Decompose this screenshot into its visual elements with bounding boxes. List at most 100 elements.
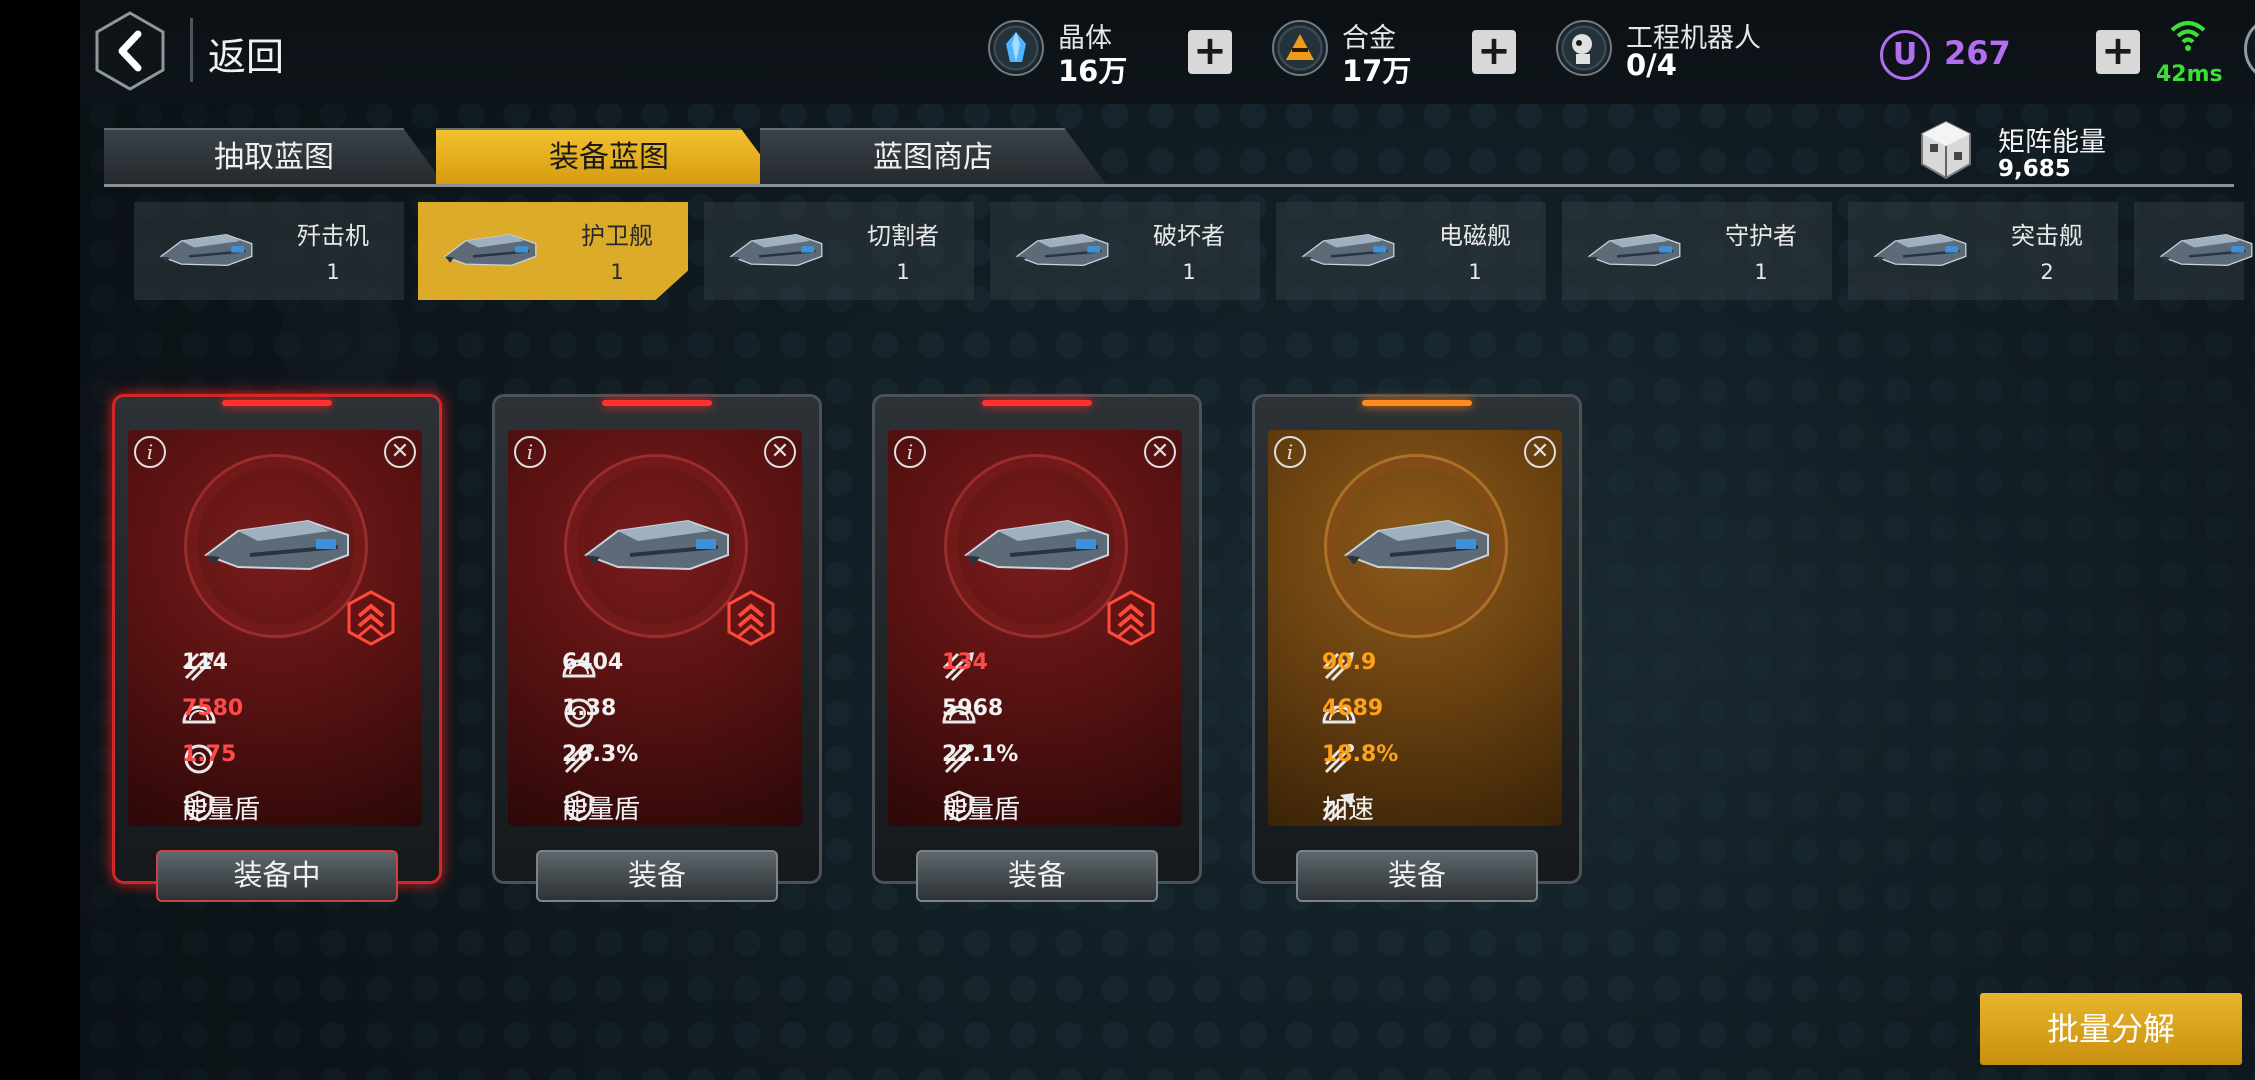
back-button[interactable] [94, 10, 166, 92]
rarity-glow [602, 400, 712, 406]
crystal-icon [988, 20, 1044, 76]
rank-chevron-icon [347, 590, 395, 646]
card-panel: i ✕ 90.9 4689 18.8% 加速 [1268, 430, 1562, 826]
wifi-icon [2170, 21, 2206, 51]
category-3[interactable]: 破坏者 1 [990, 202, 1260, 300]
stat-value: 134 [942, 650, 988, 675]
tab-underline [104, 184, 2234, 187]
add-u-currency-button[interactable]: + [2096, 30, 2140, 74]
tab-equip-blueprint[interactable]: 装备蓝图 [436, 128, 782, 184]
blueprint-card[interactable]: i ✕ 6404 1.38 26.3% 能量盾 装备 [492, 394, 822, 902]
card-panel: i ✕ 114 7580 1.75 能量盾 [128, 430, 422, 826]
category-2[interactable]: 切割者 1 [704, 202, 974, 300]
ability-name: 能量盾 [562, 795, 641, 825]
category-count: 1 [1182, 260, 1196, 284]
category-name: 切割者 [867, 222, 939, 250]
category-name: 守护者 [1725, 222, 1797, 250]
ship-icon [2152, 218, 2255, 282]
category-count: 1 [326, 260, 340, 284]
back-label[interactable]: 返回 [208, 26, 284, 81]
shop-cart-button[interactable] [2244, 16, 2255, 82]
blueprint-card[interactable]: i ✕ 134 5968 22.1% 能量盾 装备 [872, 394, 1202, 902]
category-name: 电磁舰 [1439, 222, 1511, 250]
tab-draw-blueprint[interactable]: 抽取蓝图 [104, 128, 444, 184]
ship-icon [1866, 218, 1976, 282]
back-arrow-icon [95, 11, 165, 91]
blueprint-card[interactable]: i ✕ 90.9 4689 18.8% 加速 装备 [1252, 394, 1582, 902]
u-currency-icon: U [1880, 30, 1930, 80]
crystal-value: 16万 [1058, 54, 1128, 88]
close-icon[interactable]: ✕ [1144, 436, 1176, 468]
ship-icon [1338, 490, 1498, 600]
crystal-resource: 晶体 16万 [988, 14, 1148, 88]
info-icon[interactable]: i [894, 436, 926, 468]
category-count: 2 [2040, 260, 2054, 284]
stat-value: 6404 [562, 650, 624, 675]
ability-name: 能量盾 [942, 795, 1021, 825]
stat-value: 1.38 [562, 696, 617, 721]
stat-value: 22.1% [942, 742, 1019, 767]
blueprint-card[interactable]: i ✕ 114 7580 1.75 能量盾 装备中 [112, 394, 442, 902]
equip-button[interactable]: 装备中 [156, 850, 398, 902]
info-icon[interactable]: i [134, 436, 166, 468]
category-partial[interactable] [2134, 202, 2253, 300]
category-4[interactable]: 电磁舰 1 [1276, 202, 1546, 300]
ship-icon [152, 218, 262, 282]
stat-value: 114 [182, 650, 228, 675]
rank-chevron-icon [1107, 590, 1155, 646]
screen-edge [0, 0, 80, 1080]
info-icon[interactable]: i [1274, 436, 1306, 468]
ship-icon [722, 218, 832, 282]
batch-dismantle-button[interactable]: 批量分解 [1980, 993, 2242, 1065]
alloy-resource: 合金 17万 [1272, 14, 1432, 88]
top-bar: 返回 晶体 16万 + 合金 17万 + 工程机器人 0/4 U 267 + 4… [80, 0, 2255, 104]
equip-button[interactable]: 装备 [536, 850, 778, 902]
stat-value: 4689 [1322, 696, 1384, 721]
ship-icon [1008, 218, 1118, 282]
category-count: 1 [896, 260, 910, 284]
cart-icon [2247, 19, 2255, 79]
ship-icon [1580, 218, 1690, 282]
rarity-glow [222, 400, 332, 406]
matrix-cube-icon [1921, 120, 1971, 180]
close-icon[interactable]: ✕ [1524, 436, 1556, 468]
category-1[interactable]: 护卫舰 1 [418, 202, 688, 300]
category-name: 护卫舰 [581, 222, 653, 250]
close-icon[interactable]: ✕ [384, 436, 416, 468]
category-name: 突击舰 [2011, 222, 2083, 250]
stat-value: 90.9 [1322, 650, 1377, 675]
close-icon[interactable]: ✕ [764, 436, 796, 468]
stat-value: 18.8% [1322, 742, 1399, 767]
category-6[interactable]: 突击舰 2 [1848, 202, 2118, 300]
ship-icon [1294, 218, 1404, 282]
category-count: 1 [610, 260, 624, 284]
add-alloy-button[interactable]: + [1472, 30, 1516, 74]
equip-button[interactable]: 装备 [916, 850, 1158, 902]
stat-value: 5968 [942, 696, 1004, 721]
category-0[interactable]: 歼击机 1 [134, 202, 404, 300]
stat-value: 7580 [182, 696, 244, 721]
card-panel: i ✕ 134 5968 22.1% 能量盾 [888, 430, 1182, 826]
robot-icon [1556, 20, 1612, 76]
ship-icon [198, 490, 358, 600]
matrix-energy-value: 9,685 [1998, 156, 2071, 182]
add-crystal-button[interactable]: + [1188, 30, 1232, 74]
stat-value: 26.3% [562, 742, 639, 767]
tab-blueprint-shop[interactable]: 蓝图商店 [760, 128, 1106, 184]
ability-name: 加速 [1322, 795, 1375, 825]
category-name: 破坏者 [1153, 222, 1225, 250]
ping-value: 42ms [2156, 62, 2223, 87]
ship-icon [436, 218, 546, 282]
divider [190, 18, 193, 82]
ability-name: 能量盾 [182, 795, 261, 825]
info-icon[interactable]: i [514, 436, 546, 468]
ship-icon [958, 490, 1118, 600]
equip-button[interactable]: 装备 [1296, 850, 1538, 902]
category-count: 1 [1468, 260, 1482, 284]
alloy-value: 17万 [1342, 54, 1412, 88]
matrix-energy-label: 矩阵能量 [1998, 127, 2106, 158]
stat-value: 1.75 [182, 742, 237, 767]
category-count: 1 [1754, 260, 1768, 284]
robot-resource: 工程机器人 0/4 [1556, 14, 1776, 86]
category-5[interactable]: 守护者 1 [1562, 202, 1832, 300]
